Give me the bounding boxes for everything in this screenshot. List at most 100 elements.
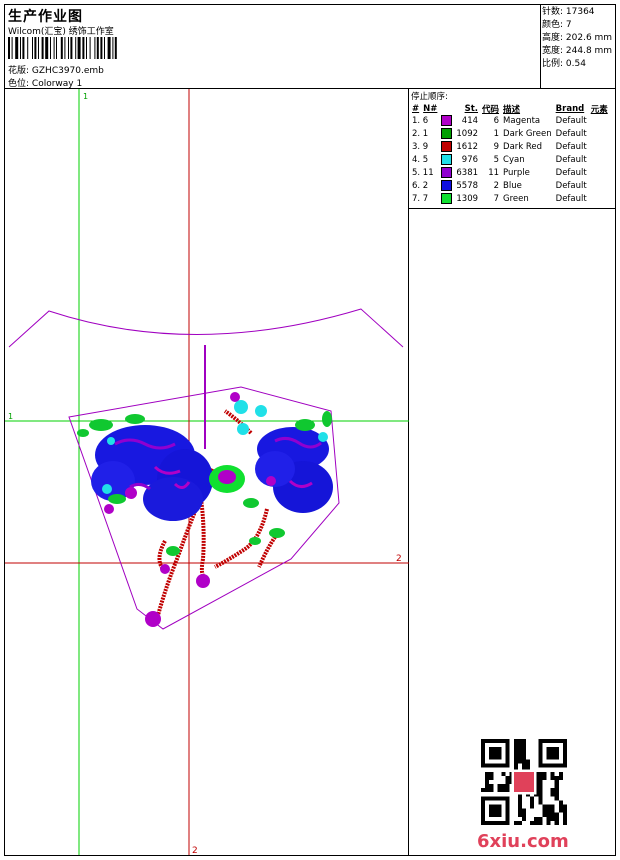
- row-description: Magenta: [503, 116, 541, 126]
- right-panel: 停止顺序: # N# St. 代码 描述 Brand 元素 1. 6 414 6 Ma…: [409, 89, 615, 855]
- row-stitches: 6381: [456, 168, 479, 178]
- width-label: 宽度:: [542, 46, 566, 56]
- color-swatch: [439, 128, 454, 141]
- production-sheet: 生产作业图 Wilcom(汇宝) 绣饰工作室 花版: GZHC3970.emb …: [4, 4, 616, 856]
- company-name: Wilcom(汇宝) 绣饰工作室: [8, 27, 114, 37]
- color-swatch-icon: [441, 115, 453, 126]
- row-description: Blue: [503, 181, 522, 191]
- scale-label: 比例:: [542, 59, 566, 69]
- color-swatch-icon: [441, 167, 453, 178]
- row-brand: Default: [555, 116, 587, 126]
- row-code: 9: [493, 142, 500, 152]
- col-code: 代码: [482, 105, 500, 115]
- colors-label: 颜色:: [542, 20, 566, 30]
- color-swatch: [439, 115, 454, 128]
- guide-v1-label: 1: [83, 92, 88, 101]
- row-stitches: 1092: [456, 129, 479, 139]
- col-element: 元素: [590, 105, 608, 115]
- guide-h1-label: 1: [8, 412, 13, 421]
- row-index: 1. 6: [412, 116, 429, 126]
- design-preview: 1 1 2 2: [5, 89, 409, 856]
- row-index: 6. 2: [412, 181, 429, 191]
- design-value: GZHC3970.emb: [31, 66, 104, 76]
- color-swatch-icon: [441, 141, 453, 152]
- col-stitches: St.: [464, 104, 479, 114]
- row-stitches: 5578: [456, 181, 479, 191]
- table-row: 3. 9 1612 9 Dark Red Default: [410, 141, 610, 154]
- row-description: Cyan: [503, 155, 525, 165]
- color-swatch-icon: [441, 154, 453, 165]
- table-row: 7. 7 1309 7 Green Default: [410, 193, 610, 206]
- table-row: 5. 11 6381 11 Purple Default: [410, 167, 610, 180]
- scale-value: 0.54: [565, 59, 586, 69]
- row-brand: Default: [555, 168, 587, 178]
- row-code: 5: [493, 155, 500, 165]
- colorway-label: 色位:: [8, 79, 32, 89]
- row-element: [589, 167, 610, 180]
- guide-v2-label: 2: [192, 846, 198, 855]
- color-swatch: [439, 167, 454, 180]
- colorway-line: 色位: Colorway 1: [8, 76, 82, 89]
- row-stitches: 976: [461, 155, 479, 165]
- col-description: 描述: [503, 105, 521, 115]
- row-brand: Default: [555, 142, 587, 152]
- row-element: [589, 154, 610, 167]
- stop-sequence-table: # N# St. 代码 描述 Brand 元素 1. 6 414 6 Magenta D…: [410, 103, 610, 206]
- row-description: Dark Green: [503, 129, 552, 139]
- color-swatch: [439, 180, 454, 193]
- col-brand: Brand: [555, 104, 585, 114]
- row-description: Dark Red: [503, 142, 543, 152]
- color-swatch: [439, 154, 454, 167]
- stitches-label: 针数:: [542, 7, 566, 17]
- col-needle: N#: [423, 104, 438, 114]
- color-swatch-icon: [441, 128, 453, 139]
- color-swatch: [439, 141, 454, 154]
- row-brand: Default: [555, 181, 587, 191]
- row-code: 11: [488, 168, 500, 178]
- width-value: 244.8 mm: [565, 46, 613, 56]
- row-index: 5. 11: [412, 168, 434, 178]
- row-stitches: 1309: [456, 194, 479, 204]
- col-swatch: [439, 103, 454, 115]
- row-element: [589, 115, 610, 128]
- row-index: 7. 7: [412, 194, 429, 204]
- watermark-text: 6xiu.com: [477, 831, 569, 852]
- stop-table-header: # N# St. 代码 描述 Brand 元素: [410, 103, 610, 115]
- row-description: Purple: [503, 168, 530, 178]
- row-description: Green: [503, 194, 529, 204]
- height-value: 202.6 mm: [565, 33, 613, 43]
- row-code: 2: [493, 181, 500, 191]
- row-brand: Default: [555, 129, 587, 139]
- neckline-outline: [8, 308, 404, 348]
- row-element: [589, 128, 610, 141]
- colors-row: 颜色: 7: [542, 19, 615, 32]
- center-flower: [209, 465, 245, 493]
- embroidery-canvas[interactable]: 1 1 2 2: [5, 89, 409, 856]
- barcode-icon: [8, 37, 117, 59]
- stitches-row: 针数: 17364: [542, 6, 615, 19]
- height-label: 高度:: [542, 33, 566, 43]
- row-element: [589, 180, 610, 193]
- colorway-value: Colorway 1: [31, 79, 83, 89]
- row-code: 7: [493, 194, 500, 204]
- col-index: #: [412, 104, 420, 114]
- table-row: 2. 1 1092 1 Dark Green Default: [410, 128, 610, 141]
- row-brand: Default: [555, 155, 587, 165]
- design-label: 花版:: [8, 66, 32, 76]
- row-brand: Default: [555, 194, 587, 204]
- header-block: 生产作业图 Wilcom(汇宝) 绣饰工作室 花版: GZHC3970.emb …: [5, 5, 541, 89]
- table-row: 1. 6 414 6 Magenta Default: [410, 115, 610, 128]
- stitches-value: 17364: [565, 7, 595, 17]
- qr-code-icon: [481, 739, 567, 825]
- stop-sequence-title: 停止顺序:: [411, 92, 448, 102]
- scale-row: 比例: 0.54: [542, 58, 615, 71]
- row-element: [589, 141, 610, 154]
- stop-sequence-box: 停止顺序: # N# St. 代码 描述 Brand 元素 1. 6 414 6 Ma…: [409, 89, 615, 209]
- design-line: 花版: GZHC3970.emb: [8, 63, 104, 76]
- row-index: 2. 1: [412, 129, 429, 139]
- row-index: 4. 5: [412, 155, 429, 165]
- row-stitches: 414: [461, 116, 479, 126]
- row-stitches: 1612: [456, 142, 479, 152]
- colors-value: 7: [565, 20, 572, 30]
- color-swatch-icon: [441, 193, 453, 204]
